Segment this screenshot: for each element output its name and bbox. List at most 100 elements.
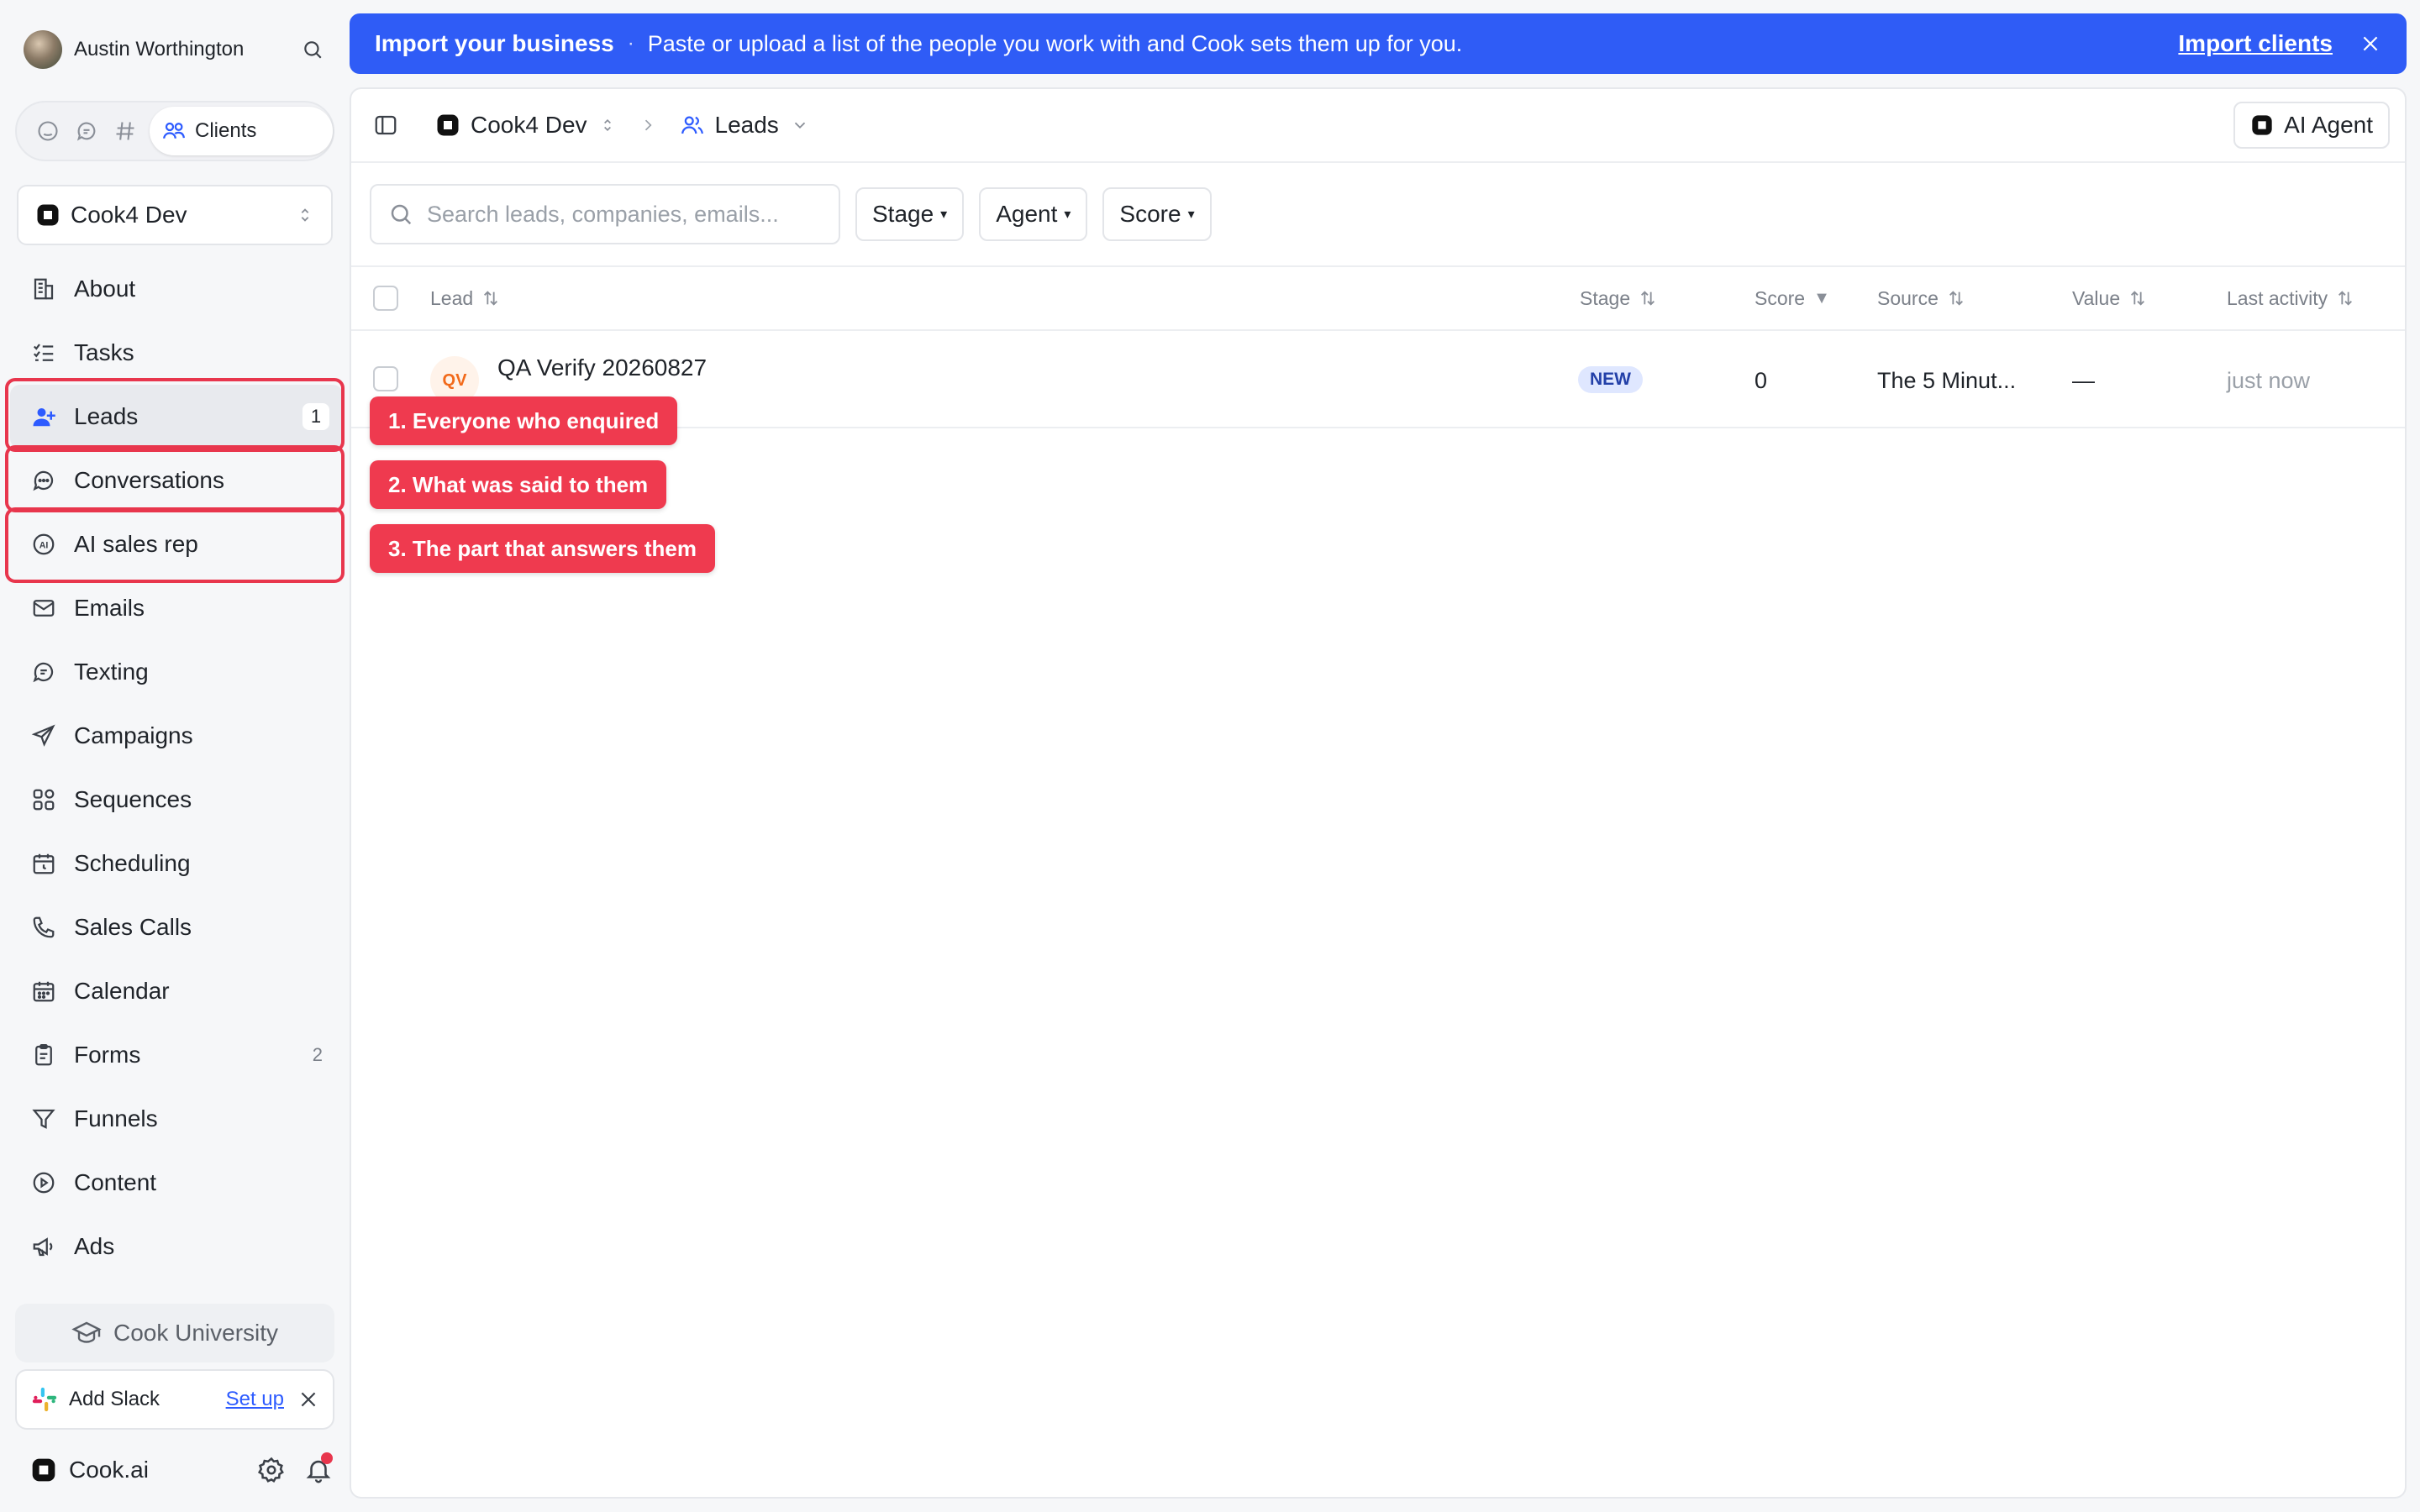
close-icon[interactable] xyxy=(2360,33,2381,55)
building-icon xyxy=(29,274,59,304)
lead-source: The 5 Minut... xyxy=(1877,368,2017,393)
people-icon xyxy=(681,116,703,134)
select-all-checkbox[interactable] xyxy=(373,286,398,311)
column-header-last-activity[interactable]: Last activity xyxy=(2227,287,2354,310)
sidebar-item-tasks[interactable]: Tasks xyxy=(10,321,343,385)
sidebar-item-scheduling[interactable]: Scheduling xyxy=(10,832,343,895)
column-label: Lead xyxy=(430,286,474,309)
caret-down-icon: ▾ xyxy=(1187,207,1195,222)
sidebar-item-label: Forms xyxy=(74,1042,141,1068)
user-name: Austin Worthington xyxy=(74,38,245,60)
clipboard-icon xyxy=(29,1040,59,1070)
topbar: Cook4 Dev Leads AI Agent xyxy=(351,89,2405,163)
add-slack-card: Add Slack Set up xyxy=(15,1369,334,1430)
slack-logo-icon xyxy=(32,1387,57,1412)
lead-name[interactable]: QA Verify 20260827 xyxy=(497,354,707,381)
svg-text:AI: AI xyxy=(39,540,49,550)
sidebar: Austin Worthington Clients Cook4 Dev Abo… xyxy=(0,0,348,1512)
column-header-source[interactable]: Source xyxy=(1877,287,1965,310)
sidebar-footer: Cook.ai xyxy=(30,1446,333,1494)
agent-filter-button[interactable]: Agent ▾ xyxy=(979,187,1088,241)
cook-logo-icon xyxy=(37,204,59,226)
sidebar-item-sales-calls[interactable]: Sales Calls xyxy=(10,895,343,959)
close-icon[interactable] xyxy=(297,1389,319,1410)
sidebar-item-funnels[interactable]: Funnels xyxy=(10,1087,343,1151)
chevron-right-icon xyxy=(644,119,652,131)
forms-count: 2 xyxy=(312,1044,323,1065)
filter-bar: Stage ▾ Agent ▾ Score ▾ xyxy=(351,163,2405,267)
leads-count-badge: 1 xyxy=(302,403,329,430)
annotation-tag-3: 3. The part that answers them xyxy=(370,524,715,573)
banner-text: Paste or upload a list of the people you… xyxy=(647,30,1463,56)
ai-agent-button[interactable]: AI Agent xyxy=(2233,102,2390,149)
cook-university-link[interactable]: Cook University xyxy=(15,1304,334,1362)
column-header-lead[interactable]: Lead xyxy=(430,287,500,310)
sidebar-item-label: Content xyxy=(74,1169,157,1195)
sort-icon xyxy=(1641,291,1655,306)
breadcrumb-page[interactable]: Leads xyxy=(680,112,809,139)
user-row[interactable]: Austin Worthington xyxy=(24,29,329,71)
hash-icon[interactable] xyxy=(106,112,145,150)
grid-icon xyxy=(29,785,59,815)
sidebar-item-forms[interactable]: Forms 2 xyxy=(10,1023,343,1087)
caret-down-icon: ▾ xyxy=(940,207,948,222)
score-filter-label: Score xyxy=(1119,201,1181,227)
sidebar-item-leads[interactable]: Leads 1 xyxy=(10,385,343,449)
breadcrumb-workspace[interactable]: Cook4 Dev xyxy=(435,112,616,139)
import-clients-link[interactable]: Import clients xyxy=(2178,30,2333,57)
sidebar-item-campaigns[interactable]: Campaigns xyxy=(10,704,343,768)
sidebar-item-label: Tasks xyxy=(74,339,134,365)
home-mode-icon[interactable] xyxy=(29,112,67,150)
search-input[interactable] xyxy=(427,201,822,228)
sidebar-item-content[interactable]: Content xyxy=(10,1151,343,1215)
sidebar-item-about[interactable]: About xyxy=(10,257,343,321)
column-header-stage[interactable]: Stage xyxy=(1580,287,1657,310)
clients-mode-tab[interactable]: Clients xyxy=(150,107,333,155)
banner-separator: · xyxy=(627,32,634,55)
gear-icon[interactable] xyxy=(257,1456,286,1484)
sidebar-item-ads[interactable]: Ads xyxy=(10,1215,343,1278)
clients-mode-label: Clients xyxy=(195,119,257,142)
cook-university-label: Cook University xyxy=(113,1320,279,1346)
slack-setup-link[interactable]: Set up xyxy=(226,1388,284,1411)
phone-icon xyxy=(29,912,59,942)
lead-value: — xyxy=(2072,368,2095,393)
sidebar-item-conversations[interactable]: Conversations xyxy=(10,449,343,512)
annotation-tag-2: 2. What was said to them xyxy=(370,460,667,509)
sidebar-item-label: AI sales rep xyxy=(74,531,198,557)
sidebar-toggle-icon[interactable] xyxy=(373,113,398,138)
sidebar-item-sequences[interactable]: Sequences xyxy=(10,768,343,832)
sidebar-item-texting[interactable]: Texting xyxy=(10,640,343,704)
stage-filter-button[interactable]: Stage ▾ xyxy=(855,187,965,241)
sidebar-item-ai-sales-rep[interactable]: AI AI sales rep xyxy=(10,512,343,576)
lead-last-activity: just now xyxy=(2227,368,2311,393)
column-label: Stage xyxy=(1580,286,1631,309)
sidebar-item-emails[interactable]: Emails xyxy=(10,576,343,640)
sort-desc-icon: ▼ xyxy=(1813,288,1830,307)
column-header-value[interactable]: Value xyxy=(2072,287,2147,310)
user-avatar[interactable] xyxy=(24,30,62,69)
column-header-score[interactable]: Score ▼ xyxy=(1754,287,1830,310)
table-header: Lead Stage Score ▼ Source Value Last act… xyxy=(351,267,2405,331)
row-checkbox[interactable] xyxy=(373,366,398,391)
chevron-down-icon xyxy=(794,122,805,129)
sidebar-item-label: Sales Calls xyxy=(74,914,192,940)
sort-icon xyxy=(2338,291,2353,306)
search-icon[interactable] xyxy=(296,33,329,66)
search-icon xyxy=(391,204,412,225)
sidebar-item-label: Campaigns xyxy=(74,722,193,748)
sidebar-item-calendar[interactable]: Calendar xyxy=(10,959,343,1023)
workspace-name: Cook4 Dev xyxy=(71,202,187,228)
stage-filter-label: Stage xyxy=(872,201,934,227)
sidebar-item-label: Emails xyxy=(74,595,145,621)
brand-name: Cook.ai xyxy=(69,1457,149,1483)
sidebar-item-label: Scheduling xyxy=(74,850,191,876)
score-filter-button[interactable]: Score ▾ xyxy=(1102,187,1212,241)
ai-badge-icon: AI xyxy=(29,529,59,559)
chat-mode-icon[interactable] xyxy=(67,112,106,150)
workspace-selector[interactable]: Cook4 Dev xyxy=(17,185,333,245)
notifications-button[interactable] xyxy=(304,1452,333,1484)
cook-logo-icon xyxy=(2252,115,2272,135)
search-box xyxy=(370,184,840,244)
breadcrumb-workspace-label: Cook4 Dev xyxy=(471,112,587,138)
